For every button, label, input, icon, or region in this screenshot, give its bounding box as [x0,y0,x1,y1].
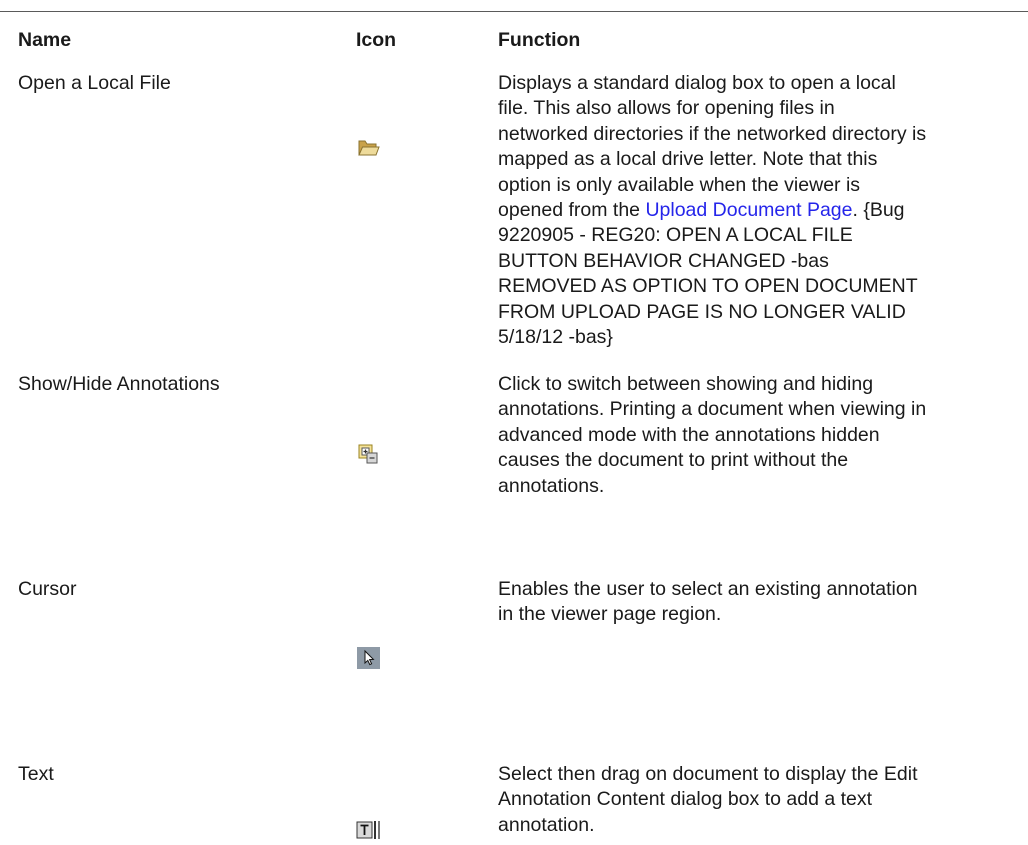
open-folder-icon [358,138,380,162]
show-hide-annotations-icon [358,444,378,469]
row-function: Click to switch between showing and hidi… [498,373,927,497]
row-name: Open a Local File [18,72,171,94]
text-annotation-icon [356,820,382,845]
header-function: Function [498,29,581,51]
row-name: Text [18,763,54,785]
row-function: Displays a standard dialog box to open a… [498,72,927,349]
upload-document-page-link[interactable]: Upload Document Page [645,199,852,221]
row-function: Enables the user to select an existing a… [498,578,918,626]
row-name: Show/Hide Annotations [18,373,220,395]
cursor-arrow-icon [357,647,380,674]
row-function: Select then drag on document to display … [498,763,918,836]
header-name: Name [18,29,72,51]
header-icon: Icon [356,29,397,51]
row-name: Cursor [18,578,77,600]
top-rule [0,11,1028,12]
